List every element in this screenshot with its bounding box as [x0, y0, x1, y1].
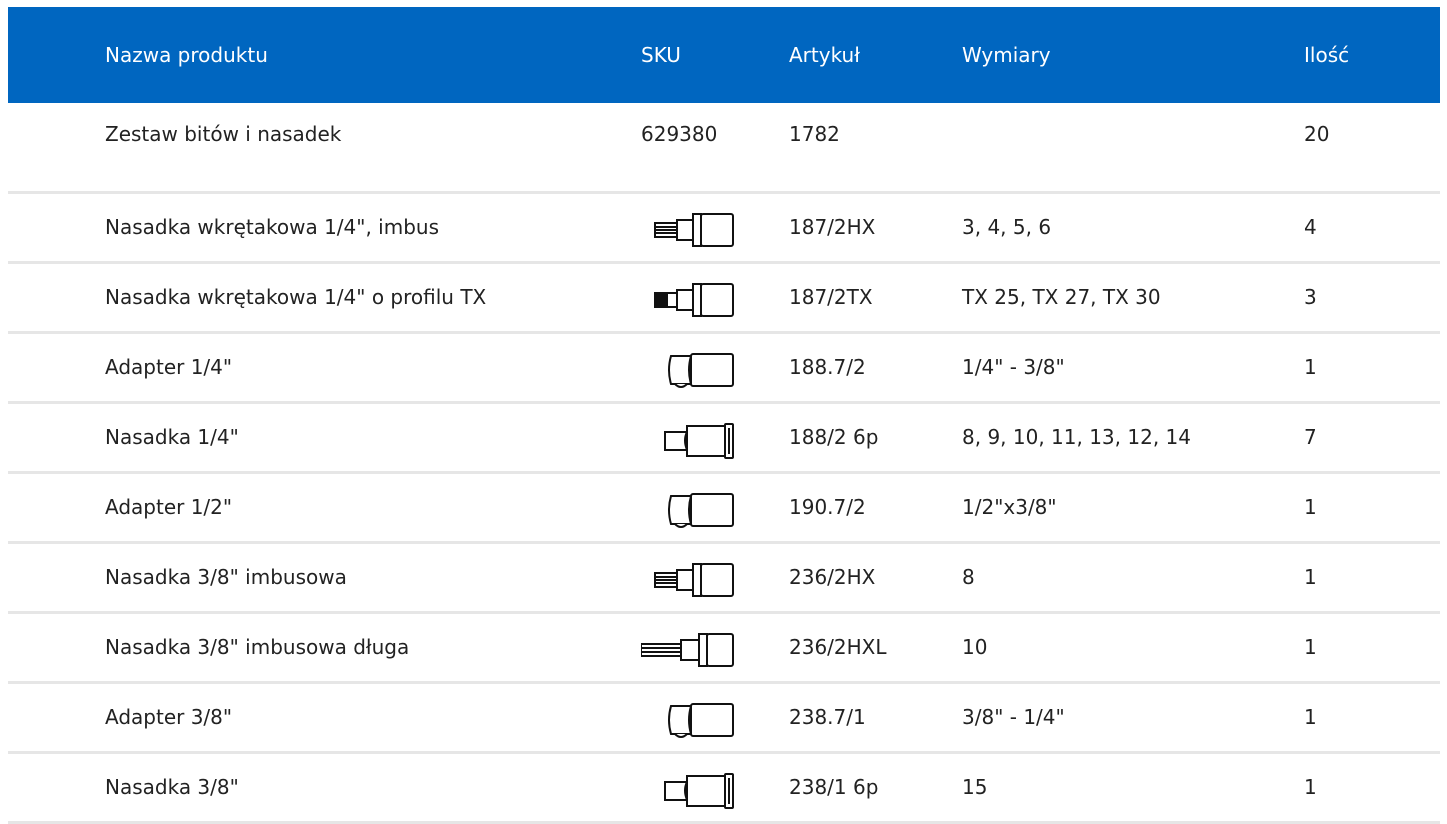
article-number: 1782	[789, 122, 840, 146]
table-header: Nazwa produktu SKU Artykuł Wymiary Ilość	[8, 7, 1440, 103]
table-row: Nasadka 3/8" imbusowa długa 236/2HXL 10 1	[8, 614, 1440, 684]
dimensions: 10	[962, 635, 988, 659]
product-name: Nasadka wkrętakowa 1/4" o profilu TX	[105, 285, 487, 309]
torx-bit-socket-icon	[641, 280, 737, 320]
table-row: Adapter 1/2" 190.7/2 1/2"x3/8" 1	[8, 474, 1440, 544]
quantity: 3	[1304, 285, 1317, 309]
product-name: Nasadka wkrętakowa 1/4", imbus	[105, 215, 440, 239]
quantity: 1	[1304, 775, 1317, 799]
dimensions: 8	[962, 565, 975, 589]
article-number: 188/2 6p	[789, 425, 879, 449]
dimensions: 3/8" - 1/4"	[962, 705, 1065, 729]
article-number: 187/2TX	[789, 285, 873, 309]
article-number: 187/2HX	[789, 215, 876, 239]
dimensions: TX 25, TX 27, TX 30	[962, 285, 1161, 309]
product-name: Adapter 1/2"	[105, 495, 233, 519]
table-row: Nasadka 3/8" 238/1 6p 15 1	[8, 754, 1440, 824]
quantity: 7	[1304, 425, 1317, 449]
quantity: 4	[1304, 215, 1317, 239]
table-row: Nasadka wkrętakowa 1/4", imbus 187/2HX 3, …	[8, 194, 1440, 264]
article-number: 188.7/2	[789, 355, 866, 379]
socket-icon	[641, 420, 737, 460]
dimensions: 3, 4, 5, 6	[962, 215, 1052, 239]
article-number: 238.7/1	[789, 705, 866, 729]
table-row: Zestaw bitów i nasadek 629380 1782 20	[8, 103, 1440, 194]
product-table: Nazwa produktu SKU Artykuł Wymiary Ilość…	[8, 7, 1440, 824]
header-qty: Ilość	[1304, 43, 1350, 67]
product-name: Nasadka 3/8" imbusowa długa	[105, 635, 410, 659]
table-row: Adapter 1/4" 188.7/2 1/4" - 3/8" 1	[8, 334, 1440, 404]
quantity: 1	[1304, 705, 1317, 729]
dimensions: 8, 9, 10, 11, 13, 12, 14	[962, 425, 1191, 449]
dimensions: 15	[962, 775, 988, 799]
quantity: 1	[1304, 565, 1317, 589]
article-number: 190.7/2	[789, 495, 866, 519]
quantity: 1	[1304, 355, 1317, 379]
quantity: 1	[1304, 635, 1317, 659]
table-row: Nasadka 3/8" imbusowa 236/2HX 8 1	[8, 544, 1440, 614]
adapter-icon	[641, 350, 737, 390]
dimensions: 1/4" - 3/8"	[962, 355, 1065, 379]
article-number: 238/1 6p	[789, 775, 879, 799]
quantity: 20	[1304, 122, 1330, 146]
product-name: Adapter 3/8"	[105, 705, 233, 729]
product-name: Nasadka 1/4"	[105, 425, 239, 449]
hex-bit-socket-icon	[641, 210, 737, 250]
socket-icon	[641, 770, 737, 810]
dimensions: 1/2"x3/8"	[962, 495, 1057, 519]
product-name: Adapter 1/4"	[105, 355, 233, 379]
article-number: 236/2HX	[789, 565, 876, 589]
table-row: Adapter 3/8" 238.7/1 3/8" - 1/4" 1	[8, 684, 1440, 754]
adapter-icon	[641, 700, 737, 740]
table-body: Zestaw bitów i nasadek 629380 1782 20 Nasadk…	[8, 103, 1440, 824]
hex-bit-socket-icon	[641, 560, 737, 600]
quantity: 1	[1304, 495, 1317, 519]
table-row: Nasadka wkrętakowa 1/4" o profilu TX 187/…	[8, 264, 1440, 334]
adapter-icon	[641, 490, 737, 530]
table-row: Nasadka 1/4" 188/2 6p 8, 9, 10, 11, 13, 12…	[8, 404, 1440, 474]
product-name: Zestaw bitów i nasadek	[105, 122, 342, 146]
header-article: Artykuł	[789, 43, 860, 67]
header-dimensions: Wymiary	[962, 43, 1051, 67]
article-number: 236/2HXL	[789, 635, 887, 659]
product-name: Nasadka 3/8"	[105, 775, 239, 799]
product-name: Nasadka 3/8" imbusowa	[105, 565, 347, 589]
sku: 629380	[641, 122, 718, 146]
header-sku: SKU	[641, 43, 681, 67]
long-hex-bit-socket-icon	[641, 630, 737, 670]
header-name: Nazwa produktu	[105, 43, 268, 67]
